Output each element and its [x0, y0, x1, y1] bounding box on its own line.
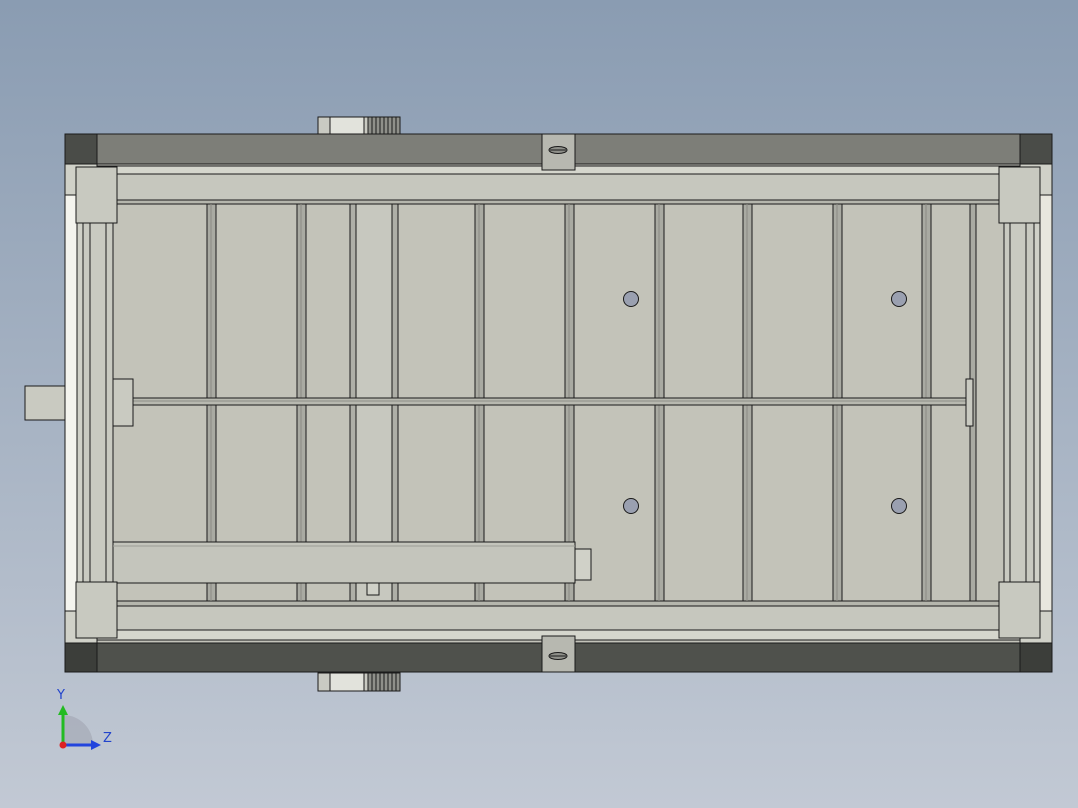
origin-icon [59, 741, 67, 749]
cad-viewport[interactable]: Y Z [0, 0, 1078, 808]
y-axis-label: Y [57, 688, 65, 703]
z-axis-label: Z [103, 731, 112, 746]
coordinate-triad [58, 705, 101, 750]
